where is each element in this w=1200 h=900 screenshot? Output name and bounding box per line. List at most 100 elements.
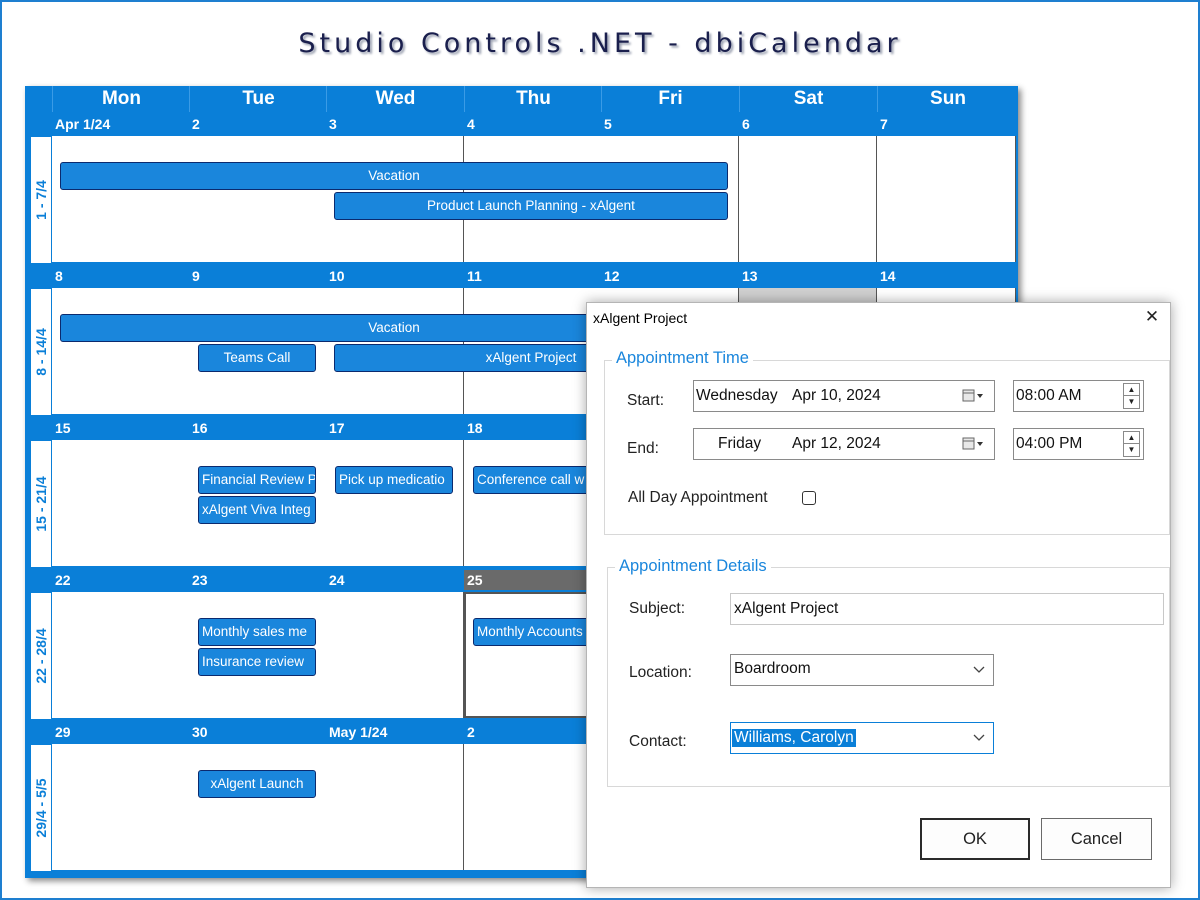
calendar-dropdown-icon[interactable] bbox=[962, 388, 986, 404]
all-day-checkbox[interactable] bbox=[802, 491, 816, 505]
week-label-text: 29/4 - 5/5 bbox=[33, 778, 49, 838]
day-cell[interactable] bbox=[326, 440, 464, 566]
week-label[interactable]: 22 - 28/4 bbox=[30, 592, 52, 720]
day-cell[interactable] bbox=[464, 744, 602, 870]
spin-up-icon[interactable]: ▲ bbox=[1124, 384, 1139, 396]
day-cell[interactable] bbox=[189, 136, 327, 262]
all-day-label: All Day Appointment bbox=[628, 489, 768, 506]
week-label-text: 8 - 14/4 bbox=[33, 328, 49, 376]
day-number[interactable]: 7 bbox=[877, 114, 1014, 134]
start-date: Apr 10, 2024 bbox=[792, 387, 881, 404]
day-cell[interactable] bbox=[189, 744, 327, 870]
day-number[interactable]: 30 bbox=[189, 722, 326, 742]
day-number[interactable]: 9 bbox=[189, 266, 326, 286]
day-number[interactable]: 11 bbox=[464, 266, 601, 286]
day-number[interactable]: 29 bbox=[52, 722, 189, 742]
day-of-week-header: Tue bbox=[189, 86, 327, 112]
end-date: Apr 12, 2024 bbox=[792, 435, 881, 452]
day-number[interactable]: 5 bbox=[601, 114, 738, 134]
start-label: Start: bbox=[627, 392, 665, 409]
end-time-field[interactable]: 04:00 PM ▲ ▼ bbox=[1013, 428, 1144, 460]
day-number[interactable]: Apr 1/24 bbox=[52, 114, 189, 134]
day-number[interactable]: 16 bbox=[189, 418, 326, 438]
day-of-week-header: Sat bbox=[739, 86, 877, 112]
dialog-title: xAlgent Project bbox=[593, 310, 688, 326]
day-number[interactable]: 14 bbox=[877, 266, 1014, 286]
spin-up-icon[interactable]: ▲ bbox=[1124, 432, 1139, 444]
spin-down-icon[interactable]: ▼ bbox=[1124, 396, 1139, 408]
appointment[interactable]: Monthly sales me bbox=[198, 618, 316, 646]
day-number[interactable]: 25 bbox=[464, 570, 601, 590]
day-number[interactable]: 10 bbox=[326, 266, 463, 286]
day-number[interactable]: 17 bbox=[326, 418, 463, 438]
week-label-text: 1 - 7/4 bbox=[33, 180, 49, 220]
day-cell[interactable] bbox=[52, 440, 190, 566]
subject-input[interactable]: xAlgent Project bbox=[730, 593, 1164, 625]
day-cell[interactable] bbox=[877, 136, 1016, 262]
start-day: Wednesday bbox=[696, 387, 778, 404]
appointment[interactable]: Conference call w bbox=[473, 466, 591, 494]
day-cell[interactable] bbox=[52, 744, 190, 870]
day-number[interactable]: 2 bbox=[189, 114, 326, 134]
appointment[interactable]: Product Launch Planning - xAlgent bbox=[334, 192, 728, 220]
day-cell[interactable] bbox=[326, 592, 464, 718]
end-time: 04:00 PM bbox=[1016, 435, 1083, 452]
appointment[interactable]: Monthly Accounts bbox=[473, 618, 591, 646]
end-time-spinner[interactable]: ▲ ▼ bbox=[1123, 431, 1140, 457]
day-number[interactable]: 15 bbox=[52, 418, 189, 438]
appointment[interactable]: Pick up medicatio bbox=[335, 466, 453, 494]
appointment[interactable]: Teams Call bbox=[198, 344, 316, 372]
contact-label: Contact: bbox=[629, 733, 687, 750]
location-select[interactable]: Boardroom bbox=[730, 654, 994, 686]
appointment-details-title: Appointment Details bbox=[615, 557, 771, 576]
ok-button[interactable]: OK bbox=[920, 818, 1030, 860]
day-cell[interactable] bbox=[464, 592, 602, 718]
appointment[interactable]: Financial Review P bbox=[198, 466, 316, 494]
subject-label: Subject: bbox=[629, 600, 686, 617]
day-number[interactable]: 12 bbox=[601, 266, 738, 286]
appointment[interactable]: xAlgent Launch bbox=[198, 770, 316, 798]
close-icon[interactable]: ✕ bbox=[1140, 305, 1164, 329]
day-number[interactable]: 24 bbox=[326, 570, 463, 590]
day-of-week-header: Thu bbox=[464, 86, 602, 112]
subject-value: xAlgent Project bbox=[734, 600, 839, 617]
day-number[interactable]: 6 bbox=[739, 114, 876, 134]
day-number[interactable]: 23 bbox=[189, 570, 326, 590]
day-number[interactable]: May 1/24 bbox=[326, 722, 463, 742]
appointment[interactable]: Vacation bbox=[60, 162, 728, 190]
start-time: 08:00 AM bbox=[1016, 387, 1082, 404]
day-cell[interactable] bbox=[739, 136, 877, 262]
week-label[interactable]: 29/4 - 5/5 bbox=[30, 744, 52, 872]
contact-value: Williams, Carolyn bbox=[732, 729, 856, 747]
day-cell[interactable] bbox=[52, 288, 190, 414]
appointment[interactable]: Insurance review bbox=[198, 648, 316, 676]
start-time-spinner[interactable]: ▲ ▼ bbox=[1123, 383, 1140, 409]
chevron-down-icon bbox=[973, 666, 985, 673]
appointment[interactable]: xAlgent Viva Integ bbox=[198, 496, 316, 524]
day-number[interactable]: 13 bbox=[739, 266, 876, 286]
day-cell[interactable] bbox=[326, 744, 464, 870]
week-label[interactable]: 1 - 7/4 bbox=[30, 136, 52, 264]
start-time-field[interactable]: 08:00 AM ▲ ▼ bbox=[1013, 380, 1144, 412]
contact-select[interactable]: Williams, Carolyn bbox=[730, 722, 994, 754]
cancel-button[interactable]: Cancel bbox=[1041, 818, 1152, 860]
day-number[interactable]: 2 bbox=[464, 722, 601, 742]
day-number[interactable]: 3 bbox=[326, 114, 463, 134]
day-number[interactable]: 8 bbox=[52, 266, 189, 286]
day-cell[interactable] bbox=[464, 440, 602, 566]
day-cell[interactable] bbox=[52, 136, 190, 262]
day-number[interactable]: 4 bbox=[464, 114, 601, 134]
spin-down-icon[interactable]: ▼ bbox=[1124, 444, 1139, 456]
week-label-text: 15 - 21/4 bbox=[33, 476, 49, 532]
start-date-picker[interactable]: Wednesday Apr 10, 2024 bbox=[693, 380, 995, 412]
day-number[interactable]: 22 bbox=[52, 570, 189, 590]
week-label[interactable]: 8 - 14/4 bbox=[30, 288, 52, 416]
calendar-dropdown-icon[interactable] bbox=[962, 436, 986, 452]
end-day: Friday bbox=[718, 435, 762, 452]
week-label[interactable]: 15 - 21/4 bbox=[30, 440, 52, 568]
day-cell[interactable] bbox=[52, 592, 190, 718]
day-of-week-header: Sun bbox=[877, 86, 1018, 112]
end-date-picker[interactable]: Friday Apr 12, 2024 bbox=[693, 428, 995, 460]
day-number[interactable]: 18 bbox=[464, 418, 601, 438]
location-value: Boardroom bbox=[734, 660, 811, 677]
